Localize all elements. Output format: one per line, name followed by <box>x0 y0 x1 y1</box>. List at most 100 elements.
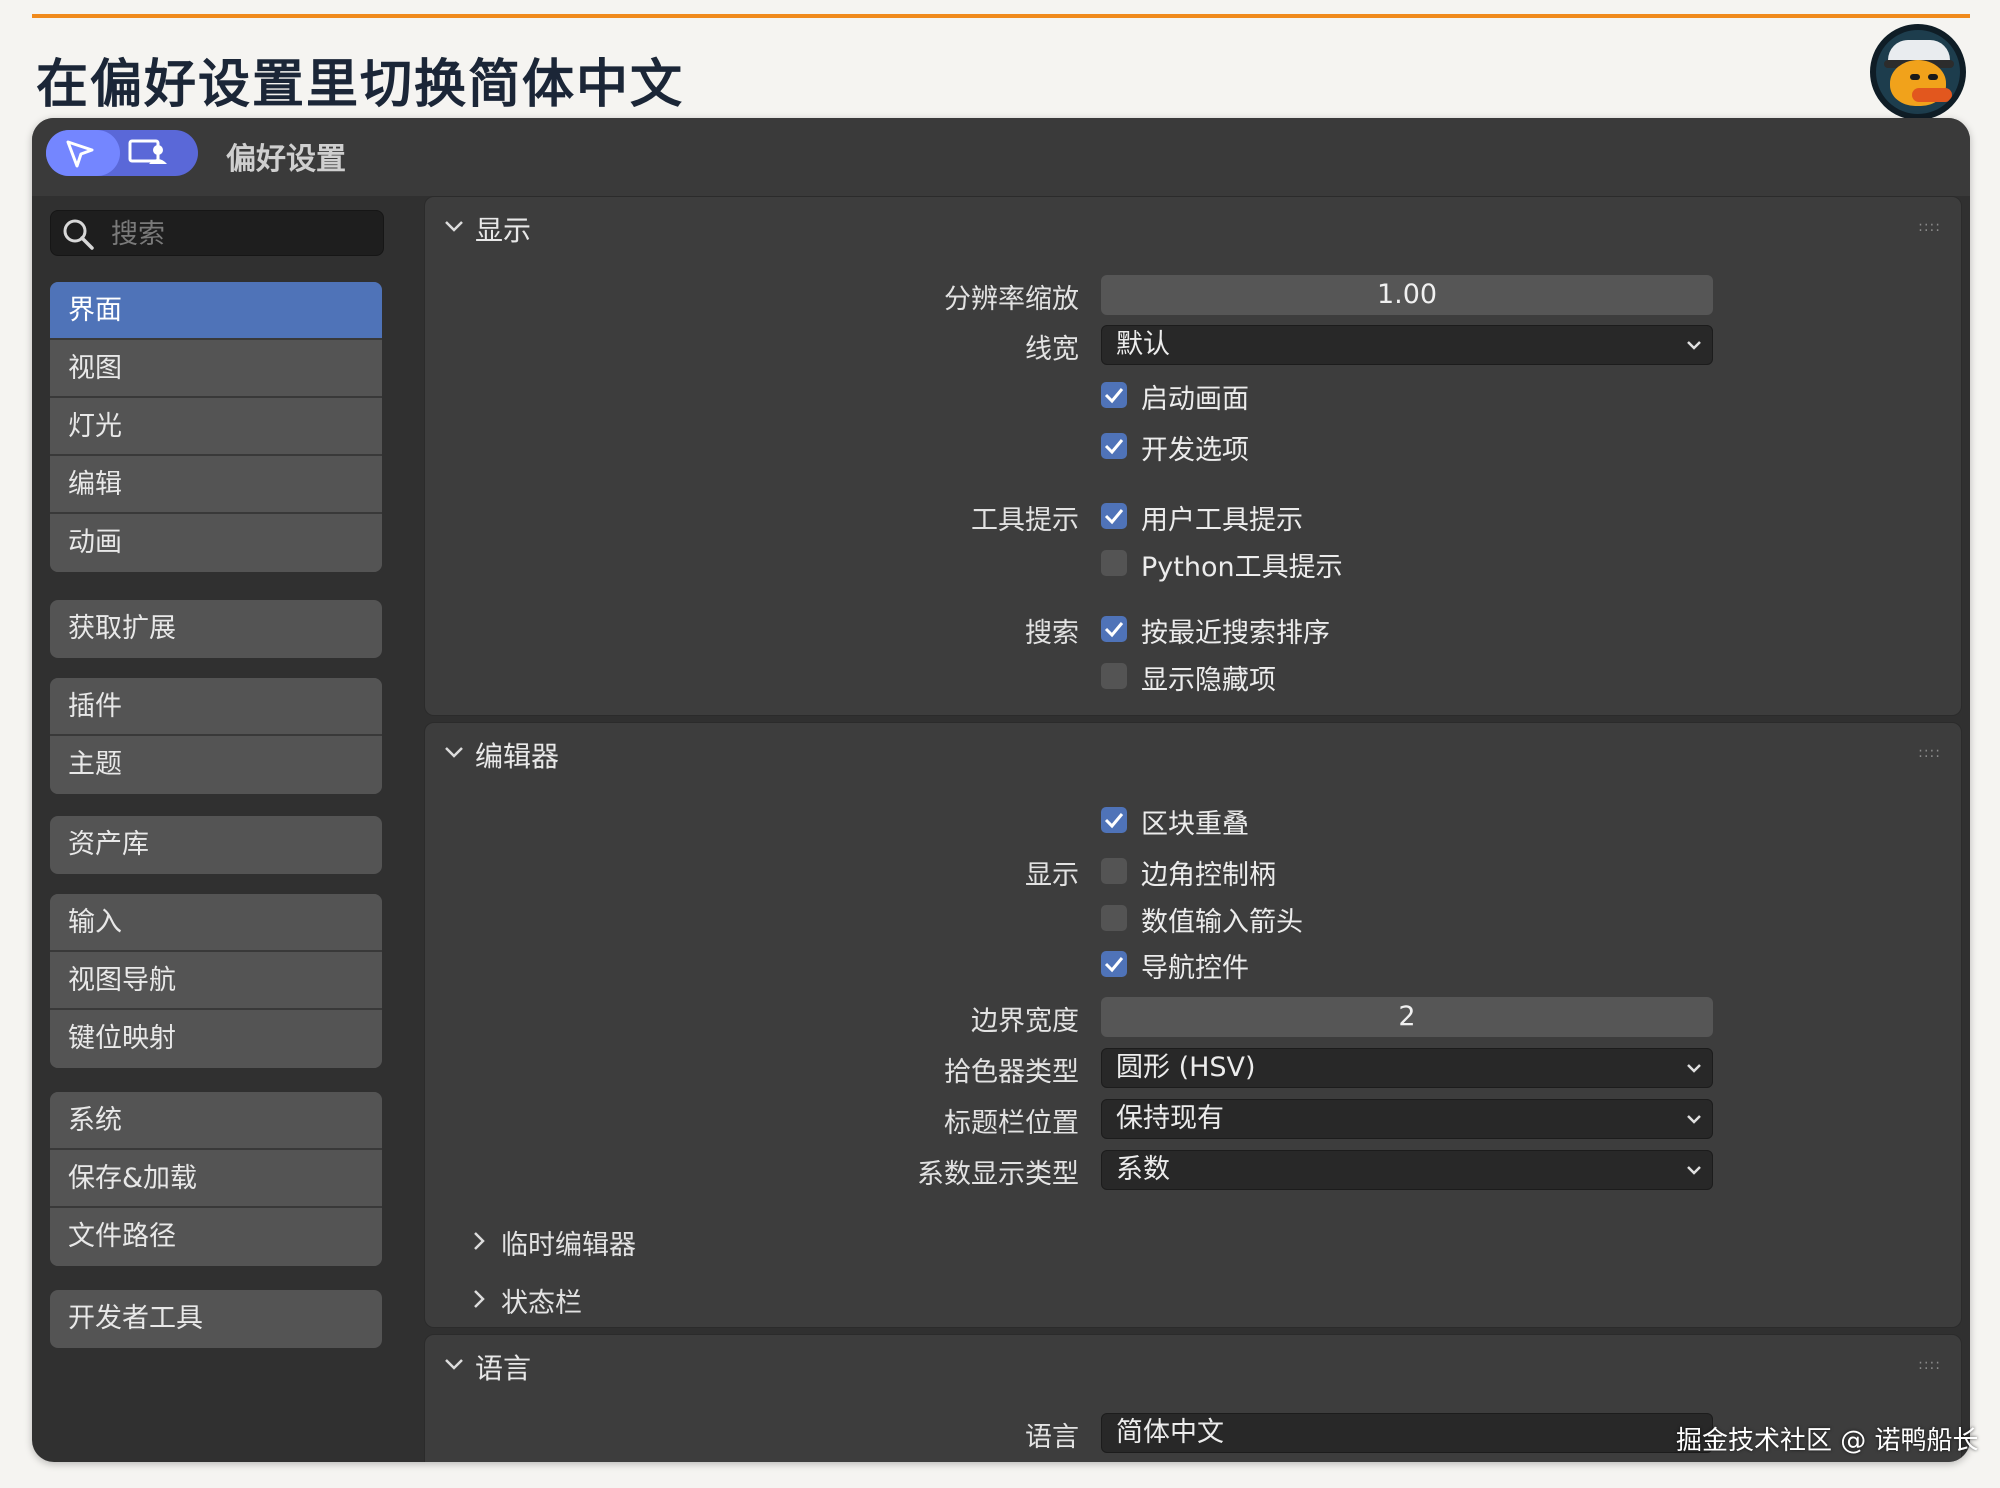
splash-screen-label[interactable]: 启动画面 <box>1141 377 1249 416</box>
display-panel: 显示 :::: 分辨率缩放 1.00 线宽 默认 启动画面 开发选项 工具提示 … <box>424 196 1962 716</box>
drag-handle-icon[interactable]: :::: <box>1918 745 1941 761</box>
chevron-down-icon <box>1687 1064 1701 1073</box>
search-box[interactable] <box>50 210 384 256</box>
sidebar-item-keymap[interactable]: 键位映射 <box>50 1010 382 1068</box>
language-panel-header[interactable]: 语言 :::: <box>425 1335 1961 1395</box>
status-bar-label: 状态栏 <box>501 1288 582 1319</box>
region-overlap-label[interactable]: 区块重叠 <box>1141 802 1249 841</box>
factor-display-label: 系数显示类型 <box>917 1159 1079 1190</box>
user-tooltips-checkbox[interactable] <box>1101 503 1127 529</box>
temp-editors-label: 临时编辑器 <box>501 1230 636 1261</box>
sidebar-item-developer-tools[interactable]: 开发者工具 <box>50 1290 382 1348</box>
show-hidden-label[interactable]: 显示隐藏项 <box>1141 658 1276 697</box>
nav-group-3: 插件 主题 <box>50 678 382 794</box>
sort-by-recent-label[interactable]: 按最近搜索排序 <box>1141 611 1330 650</box>
sidebar-item-get-extensions[interactable]: 获取扩展 <box>50 600 382 658</box>
sidebar-item-animation[interactable]: 动画 <box>50 514 382 572</box>
navigation-controls-label[interactable]: 导航控件 <box>1141 946 1249 985</box>
nav-group-2: 获取扩展 <box>50 600 382 658</box>
user-tooltips-label[interactable]: 用户工具提示 <box>1141 498 1303 537</box>
sidebar-item-asset-libraries[interactable]: 资产库 <box>50 816 382 874</box>
editors-panel-title: 编辑器 <box>475 740 560 773</box>
chevron-down-icon <box>1687 1166 1701 1175</box>
sidebar-item-interface[interactable]: 界面 <box>50 282 382 340</box>
factor-display-dropdown[interactable]: 系数 <box>1101 1150 1713 1190</box>
sidebar-item-editing[interactable]: 编辑 <box>50 456 382 514</box>
number-arrows-checkbox[interactable] <box>1101 905 1127 931</box>
chevron-down-icon[interactable] <box>443 1353 465 1375</box>
status-bar-subpanel[interactable]: 状态栏 <box>474 1281 582 1320</box>
sidebar-item-input[interactable]: 输入 <box>50 894 382 952</box>
line-width-value: 默认 <box>1116 329 1170 360</box>
top-accent-rule <box>32 14 1970 18</box>
nav-group-5: 输入 视图导航 键位映射 <box>50 894 382 1068</box>
sidebar-item-themes[interactable]: 主题 <box>50 736 382 794</box>
region-overlap-checkbox[interactable] <box>1101 807 1127 833</box>
sort-by-recent-checkbox[interactable] <box>1101 616 1127 642</box>
resolution-scale-field[interactable]: 1.00 <box>1101 275 1713 315</box>
color-picker-label: 拾色器类型 <box>944 1057 1079 1088</box>
display-panel-header[interactable]: 显示 :::: <box>425 197 1961 257</box>
navigation-controls-checkbox[interactable] <box>1101 951 1127 977</box>
python-tooltips-label[interactable]: Python工具提示 <box>1141 545 1343 584</box>
watermark: 掘金技术社区 @ 诺鸭船长 <box>1676 1426 1979 1456</box>
avatar <box>1870 24 1966 120</box>
language-panel-title: 语言 <box>475 1352 532 1385</box>
nav-group-4: 资产库 <box>50 816 382 874</box>
border-width-label: 边界宽度 <box>971 1006 1079 1037</box>
splash-screen-checkbox[interactable] <box>1101 382 1127 408</box>
check-icon <box>1104 509 1124 525</box>
language-label: 语言 <box>1025 1422 1079 1453</box>
mode-toggle[interactable] <box>46 130 198 176</box>
check-icon <box>1104 813 1124 829</box>
sidebar-item-navigation[interactable]: 视图导航 <box>50 952 382 1010</box>
drag-handle-icon[interactable]: :::: <box>1918 1357 1941 1373</box>
chevron-down-icon <box>1687 1115 1701 1124</box>
check-icon <box>1104 957 1124 973</box>
factor-display-value: 系数 <box>1116 1154 1170 1185</box>
search-icon <box>63 219 94 250</box>
language-dropdown[interactable]: 简体中文 <box>1101 1413 1713 1453</box>
sidebar-item-add-ons[interactable]: 插件 <box>50 678 382 736</box>
cursor-icon[interactable] <box>64 138 96 170</box>
line-width-label: 线宽 <box>1025 334 1079 365</box>
language-value: 简体中文 <box>1116 1417 1224 1448</box>
developer-extras-label[interactable]: 开发选项 <box>1141 428 1249 467</box>
line-width-dropdown[interactable]: 默认 <box>1101 325 1713 365</box>
chevron-right-icon <box>474 1232 485 1250</box>
editors-panel-header[interactable]: 编辑器 :::: <box>425 723 1961 783</box>
corner-handles-label[interactable]: 边角控制柄 <box>1141 853 1276 892</box>
nav-group-1: 界面 视图 灯光 编辑 动画 <box>50 282 382 572</box>
chevron-right-icon <box>474 1290 485 1308</box>
sidebar-item-file-paths[interactable]: 文件路径 <box>50 1208 382 1266</box>
page-title: 在偏好设置里切换简体中文 <box>36 55 685 115</box>
check-icon <box>1104 439 1124 455</box>
number-arrows-label[interactable]: 数值输入箭头 <box>1141 900 1303 939</box>
sidebar-item-viewport[interactable]: 视图 <box>50 340 382 398</box>
window-title: 偏好设置 <box>226 142 346 177</box>
sidebar-item-lights[interactable]: 灯光 <box>50 398 382 456</box>
color-picker-dropdown[interactable]: 圆形 (HSV) <box>1101 1048 1713 1088</box>
chevron-down-icon[interactable] <box>443 741 465 763</box>
sidebar-item-save-load[interactable]: 保存&加载 <box>50 1150 382 1208</box>
search-input[interactable] <box>109 215 373 253</box>
python-tooltips-checkbox[interactable] <box>1101 550 1127 576</box>
resolution-scale-label: 分辨率缩放 <box>944 284 1079 315</box>
user-settings-icon[interactable] <box>128 138 168 168</box>
corner-handles-checkbox[interactable] <box>1101 858 1127 884</box>
temp-editors-subpanel[interactable]: 临时编辑器 <box>474 1223 636 1262</box>
show-hidden-checkbox[interactable] <box>1101 663 1127 689</box>
sidebar-item-system[interactable]: 系统 <box>50 1092 382 1150</box>
chevron-down-icon <box>1687 341 1701 350</box>
header-position-label: 标题栏位置 <box>944 1108 1079 1139</box>
header-position-dropdown[interactable]: 保持现有 <box>1101 1099 1713 1139</box>
sidebar: 界面 视图 灯光 编辑 动画 获取扩展 插件 主题 资产库 输入 视图导航 键位… <box>32 196 422 1462</box>
color-picker-value: 圆形 (HSV) <box>1116 1052 1256 1083</box>
drag-handle-icon[interactable]: :::: <box>1918 219 1941 235</box>
chevron-down-icon[interactable] <box>443 215 465 237</box>
editor-display-label: 显示 <box>1025 860 1079 891</box>
nav-group-6: 系统 保存&加载 文件路径 <box>50 1092 382 1266</box>
border-width-field[interactable]: 2 <box>1101 997 1713 1037</box>
developer-extras-checkbox[interactable] <box>1101 433 1127 459</box>
nav-group-7: 开发者工具 <box>50 1290 382 1348</box>
